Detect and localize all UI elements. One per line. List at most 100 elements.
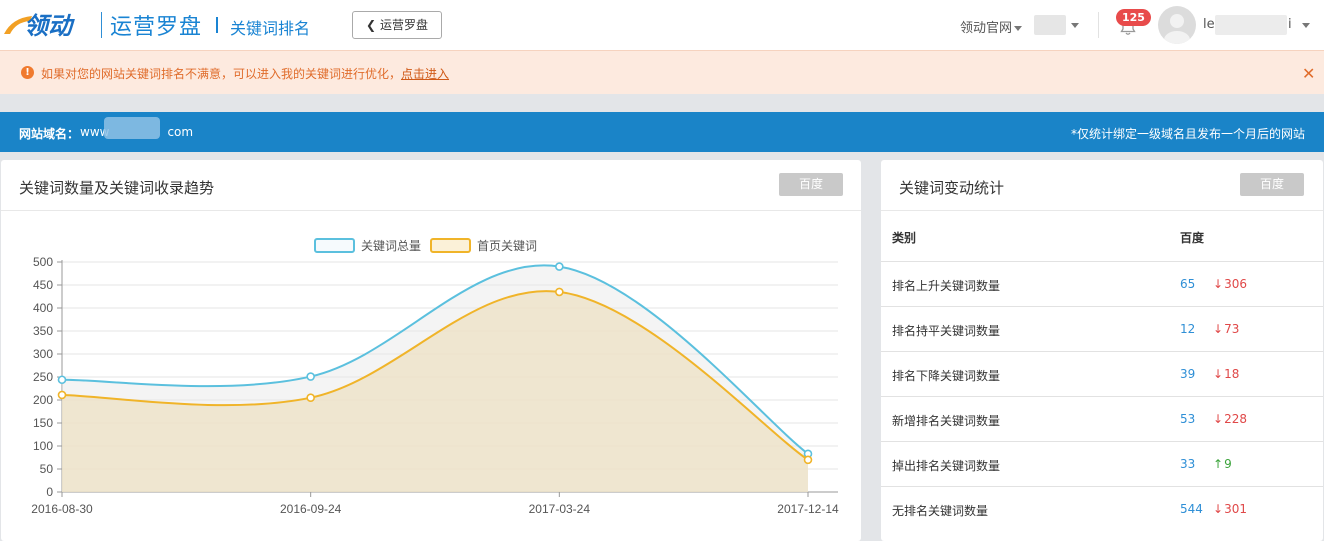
- arrow-icon: ↓: [1213, 322, 1224, 336]
- table-row: 排名持平关键词数量 12 ↓73: [881, 307, 1323, 352]
- row-count-link[interactable]: 53: [1180, 412, 1195, 426]
- row-change-value: 73: [1224, 322, 1240, 336]
- notice-text: 如果对您的网站关键词排名不满意，可以进入我的关键词进行优化，点击进入: [41, 65, 449, 82]
- site-selector-redacted[interactable]: [1034, 15, 1066, 35]
- legend-label: 首页关键词: [477, 239, 537, 253]
- keyword-trend-panel: 关键词数量及关键词收录趋势 百度 0 50 100 150 200 250 300 350 40…: [1, 160, 861, 541]
- avatar[interactable]: [1158, 6, 1196, 44]
- arrow-icon: ↓: [1213, 367, 1224, 381]
- user-name-suffix: i: [1288, 17, 1292, 32]
- row-count-link[interactable]: 33: [1180, 457, 1195, 471]
- user-name-prefix: le: [1203, 17, 1215, 32]
- y-tick-label: 200: [33, 393, 53, 407]
- domain-label: 网站域名：: [19, 127, 80, 141]
- row-change-value: 306: [1224, 277, 1247, 291]
- user-silhouette-icon: [1164, 14, 1190, 44]
- legend-swatch: [314, 238, 355, 253]
- row-label: 新增排名关键词数量: [892, 414, 1001, 428]
- site-menu-label: 领动官网: [960, 21, 1013, 36]
- row-label: 排名下降关键词数量: [892, 369, 1001, 383]
- row-label: 排名上升关键词数量: [892, 279, 1001, 293]
- row-change-value: 228: [1224, 412, 1247, 426]
- data-point: [555, 262, 564, 271]
- row-count-link[interactable]: 544: [1180, 502, 1203, 516]
- row-change-value: 18: [1224, 367, 1240, 381]
- logo-divider: [101, 12, 102, 38]
- y-tick-label: 100: [33, 439, 53, 453]
- panel-header: 关键词变动统计 百度: [881, 160, 1323, 211]
- page-title: 关键词排名: [230, 19, 311, 38]
- notice-message: 如果对您的网站关键词排名不满意，可以进入我的关键词进行优化，: [41, 67, 402, 81]
- row-change: ↓301: [1213, 502, 1247, 516]
- column-header-category: 类别: [892, 231, 917, 245]
- close-icon[interactable]: ✕: [1302, 64, 1315, 83]
- row-change-value: 301: [1224, 502, 1247, 516]
- table-row: 掉出排名关键词数量 33 ↑9: [881, 442, 1323, 487]
- keyword-change-panel: 关键词变动统计 百度 类别 百度 排名上升关键词数量 65 ↓306 排名持平关…: [881, 160, 1323, 541]
- row-change: ↓18: [1213, 367, 1239, 381]
- row-label: 掉出排名关键词数量: [892, 459, 1001, 473]
- top-header: 领动 运营罗盘 关键词排名 ❮ 运营罗盘 领动官网 125 le i: [0, 0, 1324, 50]
- row-change: ↓73: [1213, 322, 1239, 336]
- caret-down-icon[interactable]: [1071, 23, 1079, 28]
- y-tick-label: 450: [33, 278, 53, 292]
- y-tick-label: 250: [33, 370, 53, 384]
- caret-down-icon[interactable]: [1302, 23, 1310, 28]
- table-header: 类别 百度: [881, 211, 1323, 262]
- data-point: [57, 390, 67, 400]
- back-to-compass-button[interactable]: ❮ 运营罗盘: [352, 11, 442, 39]
- arrow-icon: ↑: [1213, 457, 1224, 471]
- user-name-redacted: [1215, 15, 1287, 35]
- table-row: 新增排名关键词数量 53 ↓228: [881, 397, 1323, 442]
- x-tick-label: 2017-12-14: [777, 502, 839, 516]
- site-menu-dropdown[interactable]: 领动官网: [960, 17, 1023, 36]
- caret-down-icon: [1014, 26, 1023, 31]
- notice-banner: ! 如果对您的网站关键词排名不满意，可以进入我的关键词进行优化，点击进入 ✕: [0, 50, 1324, 94]
- data-point: [555, 287, 564, 297]
- domain-suffix: com: [167, 125, 194, 139]
- domain-note: *仅统计绑定一级域名且发布一个月后的网站: [1071, 127, 1306, 141]
- row-count-link[interactable]: 12: [1180, 322, 1195, 336]
- x-tick-label: 2016-09-24: [280, 502, 342, 516]
- back-button-label: 运营罗盘: [380, 18, 429, 32]
- legend-label: 关键词总量: [361, 239, 421, 253]
- arrow-icon: ↓: [1213, 502, 1224, 516]
- svg-text:领动: 领动: [24, 12, 75, 40]
- notification-count-badge[interactable]: 125: [1116, 9, 1151, 26]
- column-header-baidu: 百度: [1180, 231, 1205, 245]
- app-name[interactable]: 运营罗盘: [110, 9, 202, 41]
- row-count-link[interactable]: 39: [1180, 367, 1195, 381]
- table-row: 排名下降关键词数量 39 ↓18: [881, 352, 1323, 397]
- domain-redacted: [104, 117, 160, 139]
- y-tick-label: 300: [33, 347, 53, 361]
- engine-baidu-button[interactable]: 百度: [1240, 173, 1304, 196]
- legend-swatch: [430, 238, 471, 253]
- panel-title: 关键词变动统计: [899, 179, 1005, 197]
- row-change: ↑9: [1213, 457, 1232, 471]
- x-tick-label: 2016-08-30: [31, 502, 93, 516]
- y-tick-label: 0: [46, 485, 53, 499]
- arrow-icon: ↓: [1213, 412, 1224, 426]
- data-point: [306, 372, 315, 381]
- y-tick-label: 400: [33, 301, 53, 315]
- row-change-value: 9: [1224, 457, 1232, 471]
- row-label: 无排名关键词数量: [892, 504, 989, 518]
- table-row: 无排名关键词数量 544 ↓301: [881, 487, 1323, 531]
- chevron-left-icon: ❮: [365, 18, 377, 32]
- y-tick-label: 500: [33, 255, 53, 269]
- y-tick-label: 150: [33, 416, 53, 430]
- domain-bar: 网站域名： www com *仅统计绑定一级域名且发布一个月后的网站: [0, 112, 1324, 152]
- title-divider: [216, 17, 218, 33]
- lingdong-logo[interactable]: 领动: [2, 8, 98, 40]
- header-divider: [1098, 12, 1099, 38]
- notice-link[interactable]: 点击进入: [401, 67, 449, 81]
- x-tick-label: 2017-03-24: [529, 502, 591, 516]
- warning-icon: !: [21, 66, 34, 79]
- data-point: [803, 455, 813, 465]
- row-count-link[interactable]: 65: [1180, 277, 1195, 291]
- keyword-trend-chart: 0 50 100 150 200 250 300 350 400 450 500 2016-08-30…: [31, 238, 839, 516]
- row-change: ↓228: [1213, 412, 1247, 426]
- data-point: [57, 375, 67, 385]
- table-row: 排名上升关键词数量 65 ↓306: [881, 262, 1323, 307]
- data-point: [306, 393, 315, 402]
